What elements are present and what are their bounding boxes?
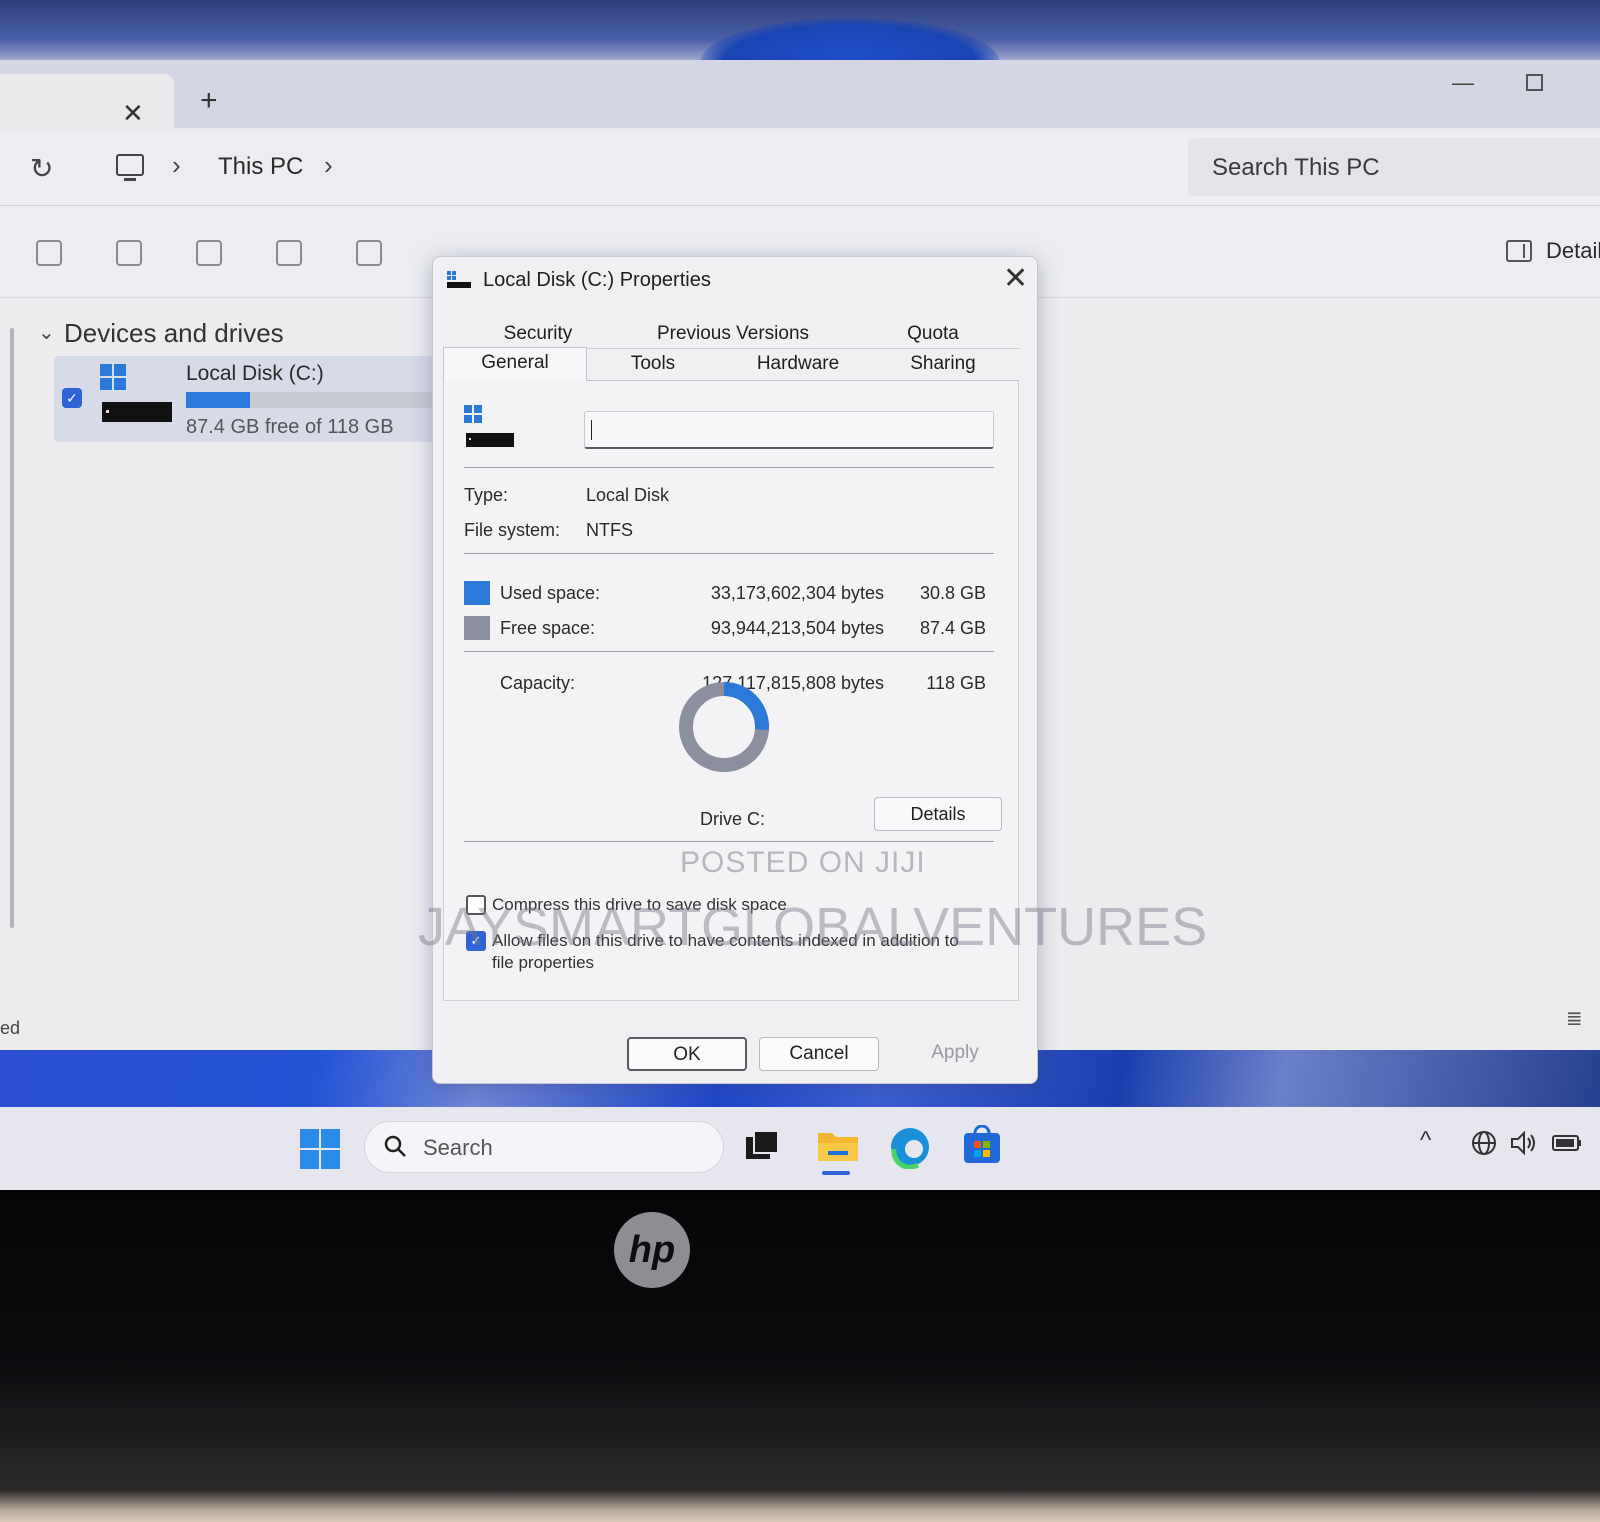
drive-name: Local Disk (C:): [186, 362, 324, 385]
tab-sharing[interactable]: Sharing: [883, 349, 1003, 379]
divider: [464, 467, 994, 468]
status-bar-text: ed: [0, 1018, 21, 1038]
breadcrumb-chevron-icon[interactable]: ›: [324, 150, 333, 181]
drive-icon: [100, 364, 172, 422]
free-space-bytes: 93,944,213,504 bytes: [710, 618, 884, 638]
edge-icon[interactable]: [888, 1125, 932, 1169]
task-view-icon[interactable]: [746, 1131, 778, 1161]
svg-text:hp: hp: [629, 1229, 675, 1271]
free-space-gb: 87.4 GB: [919, 618, 986, 638]
laptop-bezel: hp: [0, 1190, 1600, 1522]
used-space-bytes: 33,173,602,304 bytes: [710, 583, 884, 603]
drive-usage-bar: [186, 392, 434, 408]
drive-usage-fill: [186, 392, 251, 408]
text-caret: [591, 420, 592, 440]
details-pane-icon[interactable]: [1506, 240, 1532, 262]
address-bar: ↻ › This PC › Search This PC: [0, 130, 1600, 206]
search-placeholder: Search This PC: [1212, 154, 1380, 181]
capacity-gb: 118 GB: [926, 673, 986, 693]
used-space-gb: 30.8 GB: [919, 583, 986, 603]
tab-row: General Tools Hardware Sharing: [443, 347, 1019, 383]
windows-start-icon[interactable]: [300, 1129, 340, 1169]
paste-icon[interactable]: [116, 240, 142, 266]
screen: ✕ + — ↻ › This PC › Search This PC Detai…: [0, 0, 1600, 1190]
ok-button[interactable]: OK: [627, 1037, 747, 1071]
type-value: Local Disk: [586, 485, 670, 505]
share-icon[interactable]: [276, 240, 302, 266]
taskbar-search-input[interactable]: Search: [364, 1121, 724, 1173]
taskbar-search-placeholder: Search: [423, 1135, 493, 1160]
properties-dialog: Local Disk (C:) Properties ✕ Security Pr…: [432, 256, 1038, 1084]
tab-tools[interactable]: Tools: [593, 349, 713, 379]
tab-hardware[interactable]: Hardware: [723, 349, 873, 379]
battery-icon[interactable]: [1552, 1135, 1582, 1151]
drive-tile-c[interactable]: ✓ Local Disk (C:) 87.4 GB free of 118 GB: [54, 356, 434, 442]
divider: [464, 841, 994, 842]
breadcrumb-this-pc[interactable]: This PC: [218, 153, 303, 181]
copy-icon[interactable]: [36, 240, 62, 266]
delete-icon[interactable]: [356, 240, 382, 266]
active-app-indicator: [822, 1171, 850, 1175]
tab-close-icon[interactable]: ✕: [122, 98, 144, 129]
network-icon[interactable]: [1470, 1129, 1498, 1157]
drive-label-input[interactable]: [584, 411, 994, 449]
apply-button[interactable]: Apply: [895, 1037, 1015, 1071]
tab-previous-versions[interactable]: Previous Versions: [633, 319, 833, 349]
watermark-seller: JAYSMARTGLOBALVENTURES: [418, 897, 1208, 957]
rename-icon[interactable]: [196, 240, 222, 266]
watermark-posted-on: POSTED ON JIJI: [680, 846, 926, 879]
close-icon[interactable]: ✕: [1003, 261, 1028, 296]
used-space-label: Used space:: [500, 583, 601, 603]
selection-checkbox[interactable]: ✓: [62, 388, 82, 408]
list-view-icon[interactable]: ≣: [1566, 1006, 1583, 1031]
drive-free-text: 87.4 GB free of 118 GB: [186, 416, 394, 438]
scrollbar[interactable]: [10, 328, 14, 928]
dialog-title: Local Disk (C:) Properties: [483, 269, 711, 291]
details-button[interactable]: Details: [874, 797, 1002, 831]
tab-general[interactable]: General: [443, 347, 587, 383]
divider: [464, 651, 994, 652]
file-system-value: NTFS: [586, 520, 633, 540]
maximize-button[interactable]: [1526, 74, 1543, 91]
details-pane-button[interactable]: Detail: [1546, 238, 1600, 264]
breadcrumb-chevron-icon[interactable]: ›: [172, 150, 181, 181]
tab-security[interactable]: Security: [463, 319, 613, 349]
new-tab-button[interactable]: +: [200, 84, 218, 118]
this-pc-icon[interactable]: [116, 154, 144, 181]
drive-letter-label: Drive C:: [700, 809, 766, 829]
divider: [464, 553, 994, 554]
tab-quota[interactable]: Quota: [873, 319, 993, 349]
file-explorer-icon[interactable]: [816, 1125, 860, 1165]
file-system-label: File system:: [464, 520, 561, 540]
refresh-icon[interactable]: ↻: [30, 152, 53, 185]
tab-this-pc[interactable]: ✕: [0, 74, 174, 130]
capacity-label: Capacity:: [500, 673, 576, 693]
taskbar: Search ^: [0, 1107, 1600, 1190]
used-space-swatch: [464, 581, 490, 605]
section-title[interactable]: Devices and drives: [64, 318, 284, 349]
chevron-down-icon[interactable]: ⌄: [38, 320, 55, 345]
free-space-label: Free space:: [500, 618, 596, 638]
chevron-up-icon[interactable]: ^: [1420, 1127, 1431, 1155]
tab-row: Security Previous Versions Quota: [443, 319, 1019, 349]
free-space-swatch: [464, 616, 490, 640]
disk-usage-donut: [679, 682, 769, 772]
search-icon: [384, 1135, 406, 1157]
type-label: Type:: [464, 485, 509, 505]
cancel-button[interactable]: Cancel: [759, 1037, 879, 1071]
store-icon[interactable]: [962, 1125, 1002, 1165]
title-bar: ✕ + —: [0, 60, 1600, 130]
drive-icon: [447, 271, 471, 288]
minimize-button[interactable]: —: [1452, 70, 1474, 96]
hp-logo-icon: hp: [614, 1212, 690, 1288]
drive-icon: [464, 405, 514, 447]
search-input[interactable]: Search This PC: [1188, 138, 1600, 196]
volume-icon[interactable]: [1510, 1129, 1540, 1157]
